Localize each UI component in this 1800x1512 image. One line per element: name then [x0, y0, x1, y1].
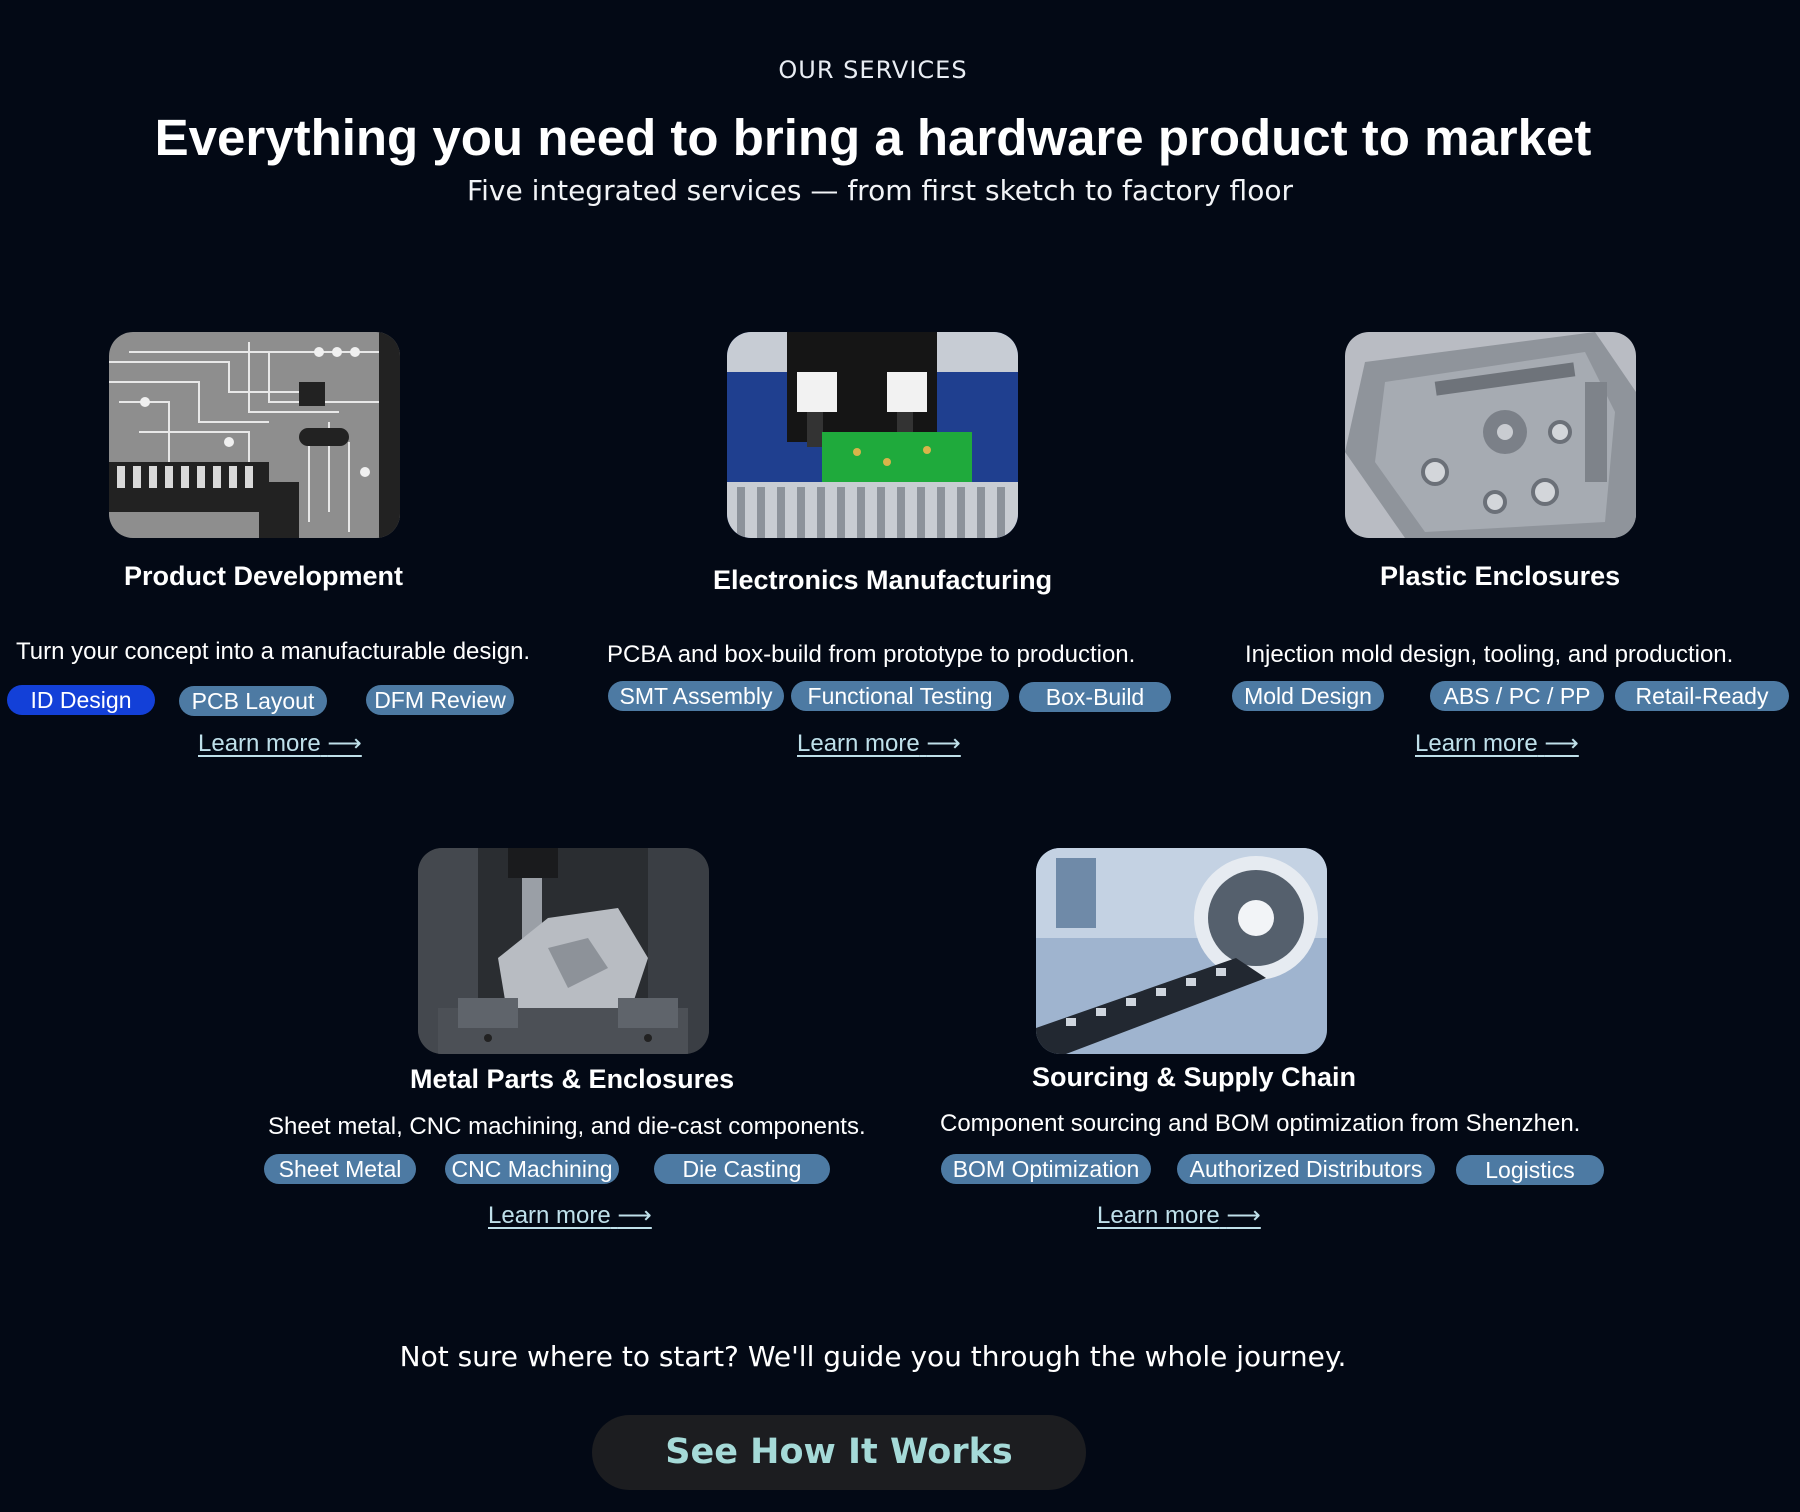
pick-and-place-machine-image	[727, 332, 1018, 538]
tag-retail-ready[interactable]: Retail-Ready	[1615, 681, 1789, 711]
tag-abs-pc-pp[interactable]: ABS / PC / PP	[1430, 681, 1604, 711]
learn-more-link[interactable]: Learn more ⟶	[1415, 729, 1579, 758]
service-title: Sourcing & Supply Chain	[1032, 1062, 1357, 1092]
learn-more-label: Learn more	[488, 1202, 611, 1229]
tag-pcb-layout[interactable]: PCB Layout	[179, 686, 327, 716]
service-title: Electronics Manufacturing	[713, 565, 1053, 595]
learn-more-link[interactable]: Learn more ⟶	[797, 729, 961, 758]
learn-more-link[interactable]: Learn more ⟶	[198, 729, 362, 758]
service-description: PCBA and box-build from prototype to pro…	[607, 641, 1136, 668]
tag-logistics[interactable]: Logistics	[1456, 1155, 1604, 1185]
tag-dfm-review[interactable]: DFM Review	[366, 685, 514, 715]
learn-more-link[interactable]: Learn more ⟶	[488, 1201, 652, 1230]
cnc-machining-image	[418, 848, 709, 1054]
tag-smt-assembly[interactable]: SMT Assembly	[608, 681, 784, 711]
component-reel-image	[1036, 848, 1327, 1054]
service-description: Injection mold design, tooling, and prod…	[1245, 641, 1734, 668]
service-title: Metal Parts & Enclosures	[410, 1064, 735, 1094]
arrow-right-icon: ⟶	[1226, 1202, 1261, 1229]
learn-more-label: Learn more	[1097, 1202, 1220, 1229]
learn-more-label: Learn more	[1415, 730, 1538, 757]
tag-sheet-metal[interactable]: Sheet Metal	[264, 1154, 416, 1184]
arrow-right-icon: ⟶	[926, 730, 961, 757]
section-eyebrow: OUR SERVICES	[778, 56, 968, 84]
tag-box-build[interactable]: Box-Build	[1019, 682, 1171, 712]
see-how-it-works-button[interactable]: See How It Works	[592, 1415, 1086, 1490]
service-description: Component sourcing and BOM optimization …	[940, 1110, 1581, 1137]
tag-functional-testing[interactable]: Functional Testing	[791, 681, 1009, 711]
tag-authorized-distributors[interactable]: Authorized Distributors	[1177, 1154, 1435, 1184]
learn-more-label: Learn more	[797, 730, 920, 757]
circuit-board-image	[109, 332, 400, 538]
section-subtitle: Five integrated services — from first sk…	[467, 174, 1293, 207]
service-title: Plastic Enclosures	[1380, 561, 1621, 591]
service-title: Product Development	[124, 561, 404, 591]
arrow-right-icon: ⟶	[617, 1202, 652, 1229]
tag-mold-design[interactable]: Mold Design	[1232, 681, 1384, 711]
tag-cnc-machining[interactable]: CNC Machining	[445, 1154, 619, 1184]
plastic-enclosure-image	[1345, 332, 1636, 538]
tag-id-design[interactable]: ID Design	[7, 685, 155, 715]
service-description: Turn your concept into a manufacturable …	[16, 638, 531, 665]
tag-die-casting[interactable]: Die Casting	[654, 1154, 830, 1184]
tag-bom-optimization[interactable]: BOM Optimization	[941, 1154, 1151, 1184]
section-title: Everything you need to bring a hardware …	[154, 109, 1592, 166]
arrow-right-icon: ⟶	[1544, 730, 1579, 757]
guidance-note: Not sure where to start? We'll guide you…	[399, 1340, 1347, 1373]
service-description: Sheet metal, CNC machining, and die-cast…	[268, 1113, 866, 1140]
arrow-right-icon: ⟶	[327, 730, 362, 757]
learn-more-label: Learn more	[198, 730, 321, 757]
learn-more-link[interactable]: Learn more ⟶	[1097, 1201, 1261, 1230]
